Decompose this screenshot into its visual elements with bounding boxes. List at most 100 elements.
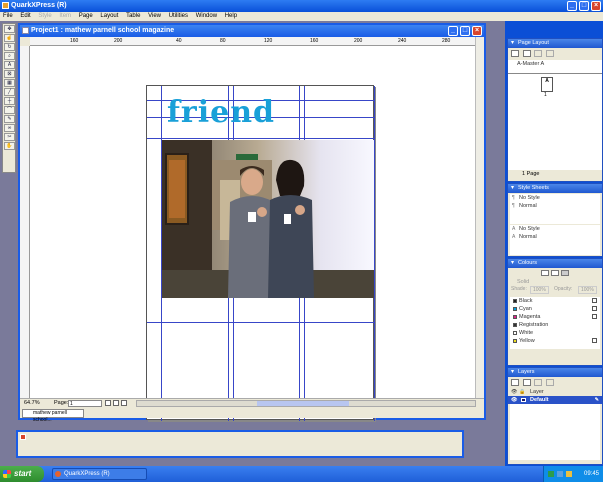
menu-style[interactable]: Style (35, 12, 54, 20)
menu-edit[interactable]: Edit (17, 12, 33, 20)
colour-item-magenta[interactable]: Magenta (510, 313, 600, 321)
character-style-item[interactable]: A No Style (510, 225, 600, 233)
master-page-item[interactable]: A-Master A (508, 60, 602, 74)
menu-page[interactable]: Page (76, 12, 96, 20)
colour-item-black[interactable]: Black (510, 297, 600, 305)
page-field[interactable]: 1 (68, 400, 102, 407)
menu-file[interactable]: File (0, 12, 16, 20)
colour-item-registration[interactable]: Registration (510, 321, 600, 329)
paragraph-style-item[interactable]: ¶ Normal (510, 202, 600, 210)
colour-target-toolbar (508, 268, 602, 278)
layout-tab[interactable]: mathew parnell school... (22, 409, 84, 423)
edit-icon[interactable]: ✎ (595, 396, 599, 404)
pasteboard[interactable]: friend (30, 46, 475, 421)
page-thumbnail-number: 1 (544, 92, 547, 98)
windows-logo-icon (3, 470, 11, 478)
taskbar-quark-button[interactable]: QuarkXPress (R) (52, 468, 147, 480)
duplicate-page-icon[interactable] (522, 50, 531, 57)
tray-icon[interactable] (548, 471, 554, 477)
shade-field[interactable]: 100% (530, 286, 549, 294)
close-button[interactable]: × (591, 1, 601, 11)
character-style-icon: A (512, 226, 516, 232)
frame-colour-icon[interactable] (541, 270, 550, 276)
new-layer-icon[interactable] (511, 379, 519, 386)
menu-utilities[interactable]: Utilities (166, 12, 191, 20)
tray-icon[interactable] (557, 471, 563, 477)
layers-title[interactable]: Layers (508, 368, 602, 377)
palette-close-icon[interactable] (20, 434, 26, 440)
rotate-tool-icon[interactable]: ↻ (4, 43, 15, 51)
next-page-icon[interactable] (121, 400, 127, 406)
menu-table[interactable]: Table (123, 12, 143, 20)
line-tool-icon[interactable]: ╱ (4, 88, 15, 96)
layer-colour-swatch (521, 398, 526, 402)
photo-picture-box[interactable] (162, 140, 374, 298)
page-menu-icon[interactable] (105, 400, 111, 406)
item-tool-icon[interactable]: ✥ (4, 25, 15, 33)
menu-help[interactable]: Help (222, 12, 240, 20)
style-sheets-palette: Style Sheets ¶No Style ¶Normal ANo Style… (507, 183, 603, 257)
style-label: Normal (519, 234, 537, 240)
headline-text-box[interactable]: friend (167, 96, 275, 130)
table-tool-icon[interactable]: ▦ (4, 79, 15, 87)
start-button[interactable]: start (0, 466, 44, 482)
opacity-field[interactable]: 100% (578, 286, 597, 294)
menu-window[interactable]: Window (193, 12, 220, 20)
colours-title[interactable]: Colours (508, 259, 602, 268)
horizontal-scrollbar[interactable] (136, 400, 476, 407)
text-colour-icon[interactable] (551, 270, 559, 276)
pan-tool-icon[interactable]: ✋ (4, 142, 15, 150)
menu-item[interactable]: Item (56, 12, 74, 20)
system-tray: 09:45 (543, 466, 603, 482)
document-window: Project1 : mathew parnell school magazin… (18, 23, 486, 423)
colour-item-yellow[interactable]: Yellow (510, 337, 600, 345)
apply-master-icon[interactable] (534, 50, 543, 57)
paragraph-style-item[interactable]: ¶ No Style (510, 194, 600, 202)
visibility-icon[interactable]: 👁 (511, 396, 517, 404)
orthogonal-line-tool-icon[interactable]: ┼ (4, 97, 15, 105)
move-layer-icon[interactable] (522, 379, 531, 386)
doc-maximize-button[interactable]: □ (460, 26, 470, 36)
content-tool-icon[interactable]: ☝ (4, 34, 15, 42)
doc-minimize-button[interactable]: _ (448, 26, 458, 36)
opacity-label: Opacity: (554, 286, 573, 292)
colour-label: Magenta (519, 314, 541, 320)
colour-label: Yellow (519, 338, 535, 344)
spot-colour-icon (592, 314, 597, 319)
picture-box-tool-icon[interactable]: ⊠ (4, 70, 15, 78)
text-path-tool-icon[interactable]: ⌒ (4, 106, 15, 114)
scroll-thumb[interactable] (257, 401, 349, 406)
document-page[interactable]: friend (146, 85, 375, 421)
doc-close-button[interactable]: × (472, 26, 482, 36)
link-tool-icon[interactable]: ∞ (4, 124, 15, 132)
text-box-tool-icon[interactable]: A (4, 61, 15, 69)
merge-layer-icon[interactable] (534, 379, 543, 386)
unlink-tool-icon[interactable]: ✂ (4, 133, 15, 141)
layers-toolbar (508, 377, 602, 388)
background-colour-icon[interactable] (560, 270, 569, 276)
page-thumbnail[interactable]: A (541, 77, 553, 92)
colour-item-white[interactable]: White (510, 329, 600, 337)
bezier-tool-icon[interactable]: ✎ (4, 115, 15, 123)
paragraph-style-icon: ¶ (512, 203, 515, 209)
maximize-button[interactable]: □ (579, 1, 589, 11)
prev-page-icon[interactable] (113, 400, 119, 406)
delete-page-icon[interactable] (546, 50, 555, 57)
style-sheets-title[interactable]: Style Sheets (508, 184, 602, 193)
vertical-scrollbar[interactable] (475, 37, 484, 400)
colour-item-cyan[interactable]: Cyan (510, 305, 600, 313)
zoom-field[interactable]: 64.7% (24, 400, 40, 406)
zoom-tool-icon[interactable]: ⌕ (4, 52, 15, 60)
minimize-button[interactable]: _ (567, 1, 577, 11)
solid-dropdown[interactable]: Solid (508, 278, 602, 286)
new-page-icon[interactable] (511, 50, 519, 57)
character-style-item[interactable]: A Normal (510, 233, 600, 241)
layer-item-default[interactable]: 👁 Default ✎ (508, 396, 602, 404)
delete-layer-icon[interactable] (546, 379, 555, 386)
menu-view[interactable]: View (145, 12, 164, 20)
menu-layout[interactable]: Layout (97, 12, 121, 20)
character-styles-list: A No Style A Normal (510, 225, 600, 255)
shade-opacity-row: Shade: 100% Opacity: 100% (508, 286, 602, 295)
tray-icon[interactable] (566, 471, 572, 477)
page-layout-title[interactable]: Page Layout (508, 39, 602, 48)
